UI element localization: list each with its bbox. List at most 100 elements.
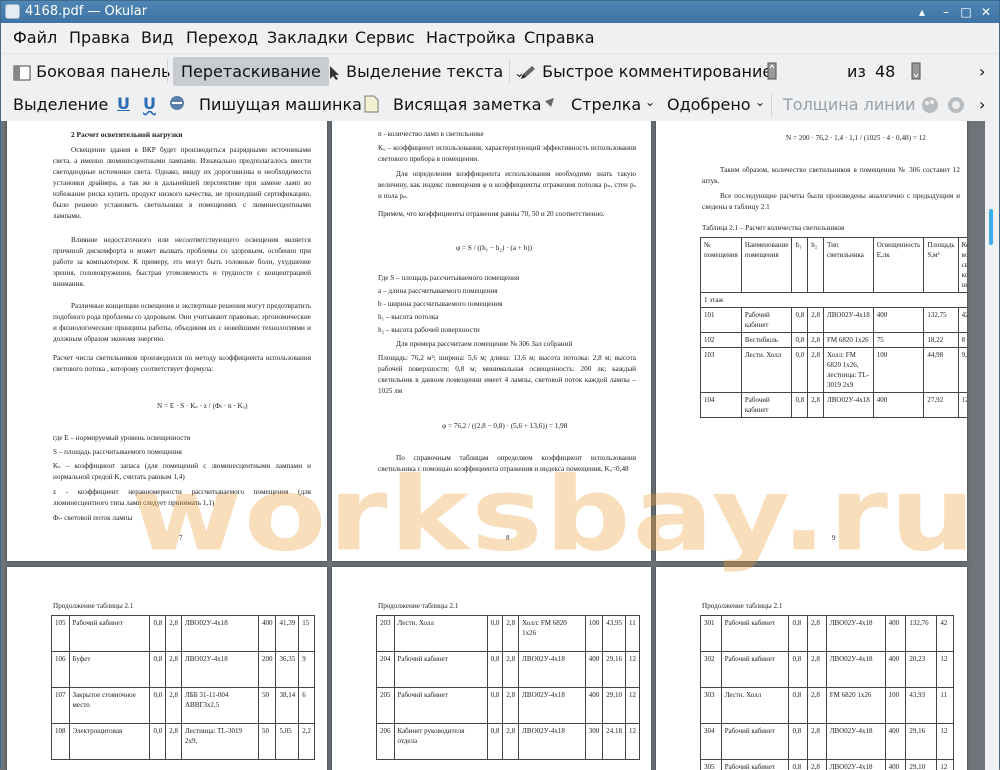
table-cell: 15	[299, 616, 315, 652]
table-cell: 132,76	[906, 616, 937, 652]
table-cell: FM 6820 1х26	[823, 333, 873, 348]
table-cell: ЛВО02У-4х18	[181, 652, 258, 688]
quick-annotation-button[interactable]: Быстрое комментирование	[519, 62, 772, 81]
page-up-icon[interactable]	[767, 62, 777, 84]
squiggle-icon[interactable]: U	[143, 94, 156, 113]
text-select-button[interactable]: Выделение текста ⌄	[329, 62, 524, 81]
page-down-icon[interactable]	[911, 62, 921, 84]
table-cell: 102	[701, 333, 742, 348]
page-10: Продолжение таблицы 2.1 105Рабочий кабин…	[7, 567, 327, 770]
menu-view[interactable]: Вид	[141, 28, 173, 47]
page8-def: h₁ – высота потолка	[378, 312, 636, 323]
stamp-dropdown-icon[interactable]: ⌄	[755, 95, 765, 109]
table-cell: Рабочий кабинет	[721, 760, 789, 770]
color-icon[interactable]	[921, 96, 939, 118]
page7-def: где E – нормируемый уровень освещенности	[53, 433, 311, 444]
page8-line: n - количество ламп в светильнике	[378, 129, 636, 140]
menu-help[interactable]: Справка	[524, 28, 595, 47]
table-cell: 12	[625, 688, 639, 724]
page7-para: Различные концепции освещения и экспертн…	[53, 301, 311, 345]
table-row: 105Рабочий кабинет0,82,8ЛВО02У-4х1840041…	[52, 616, 315, 652]
page11-caption: Продолжение таблицы 2.1	[378, 601, 458, 612]
close-button[interactable]: ✕	[977, 3, 995, 21]
sidebar-button[interactable]: Боковая панель	[13, 62, 170, 81]
page-12: Продолжение таблицы 2.1 301Рабочий кабин…	[656, 567, 967, 770]
page7-def: Φₗ- световой поток лампы	[53, 513, 311, 524]
table-cell: 107	[52, 688, 70, 724]
toolbar2-overflow-icon[interactable]: ›	[979, 95, 985, 114]
table-cell: Вестибюль	[741, 333, 792, 348]
table-cell: h₂	[808, 238, 824, 293]
page8-formula1: φ = S / ((h₁ − h₂) · (a + b))	[456, 243, 532, 254]
page8-def: a – длина рассчитываемого помещения	[378, 286, 636, 297]
arrow-dropdown-icon[interactable]: ⌄	[645, 95, 655, 109]
strikeout-icon[interactable]	[169, 95, 185, 115]
maximize-button[interactable]: □	[957, 3, 975, 21]
table-cell: 0,8	[792, 333, 808, 348]
table-cell: Лестн. Холл	[394, 616, 487, 652]
popup-note-button[interactable]: Висящая заметка	[393, 95, 541, 114]
table-cell: 0,8	[487, 688, 503, 724]
table-cell: ЛВО02У-4х18	[181, 616, 258, 652]
arrow-tool-icon[interactable]	[539, 95, 559, 117]
menu-file[interactable]: Файл	[13, 28, 57, 47]
table-cell: 304	[701, 724, 722, 760]
table-cell: 206	[377, 724, 395, 760]
table-cell: Лестн. Холл	[741, 348, 792, 393]
opacity-icon[interactable]	[947, 96, 965, 118]
menu-tools[interactable]: Сервис	[355, 28, 415, 47]
table-cell: 205	[377, 688, 395, 724]
vertical-scrollbar[interactable]	[985, 121, 999, 770]
page7-def: Kₛ – коэффициент запаса (для помещений с…	[53, 461, 311, 483]
stamp-button[interactable]: Одобрено	[667, 95, 751, 114]
table-cell: Рабочий кабинет	[69, 616, 150, 652]
table-cell: ЛВО02У-4х18	[826, 616, 885, 652]
table-cell: Рабочий кабинет	[741, 393, 792, 418]
table-cell: 2,8	[808, 308, 824, 333]
table-cell: ЛВО02У-4х18	[826, 652, 885, 688]
table-cell: 0,8	[150, 616, 166, 652]
table-cell: ЛВО02У-4х18	[519, 688, 586, 724]
minimize-button[interactable]: –	[937, 3, 955, 21]
highlight-button[interactable]: Выделение	[13, 95, 108, 114]
okular-window: 4168.pdf — Okular ▴ – □ ✕ Файл Правка Ви…	[0, 0, 1000, 769]
arrow-button[interactable]: Стрелка	[571, 95, 641, 114]
table-cell: 300	[585, 724, 603, 760]
keep-above-icon[interactable]: ▴	[913, 3, 931, 21]
table-cell: ЛВО02У-4х18	[519, 724, 586, 760]
title-bar[interactable]: 4168.pdf — Okular ▴ – □ ✕	[1, 1, 999, 23]
table-cell: 43,93	[906, 688, 937, 724]
table-cell: 2,8	[808, 393, 824, 418]
drag-mode-button[interactable]: Перетаскивание	[173, 57, 329, 86]
table-row: 204Рабочий кабинет0,82,8ЛВО02У-4х1840029…	[377, 652, 640, 688]
table-cell: 2,8	[808, 688, 827, 724]
table-cell: Холл: FM 6820 1х26	[519, 616, 586, 652]
line-width-button[interactable]: Толщина линии	[783, 95, 916, 114]
page-7: 2 Расчет осветительной нагрузки Освещени…	[7, 121, 327, 561]
window-title: 4168.pdf — Okular	[25, 4, 147, 19]
table-cell: 2,8	[808, 348, 824, 393]
page9-caption: Таблица 2.1 – Расчет количества светильн…	[702, 223, 960, 234]
table-cell: 100	[585, 616, 603, 652]
page8-example2: Площадь: 76,2 м²; ширина: 5,6 м; длина: …	[378, 353, 636, 397]
table-cell: 106	[52, 652, 70, 688]
typewriter-button[interactable]: Пишущая машинка	[199, 95, 362, 114]
document-view[interactable]: 2 Расчет осветительной нагрузки Освещени…	[1, 121, 985, 770]
table-cell: 0,8	[792, 393, 808, 418]
menu-bookmarks[interactable]: Закладки	[267, 28, 348, 47]
table-row: 101Рабочий кабинет0,82,8ЛВО02У-4х1840013…	[701, 308, 968, 333]
table-cell: 0,8	[789, 652, 808, 688]
table-cell: Лестн. Холл	[721, 688, 789, 724]
table-cell: 400	[258, 616, 276, 652]
menu-settings[interactable]: Настройка	[426, 28, 516, 47]
table-cell: 100	[885, 688, 906, 724]
table-cell: 20,23	[906, 652, 937, 688]
underline-icon[interactable]: U	[117, 94, 130, 113]
note-icon[interactable]	[363, 95, 379, 117]
table-cell: 2,8	[808, 616, 827, 652]
menu-go[interactable]: Переход	[186, 28, 258, 47]
scrollbar-thumb[interactable]	[989, 209, 993, 245]
toolbar-overflow-icon[interactable]: ›	[979, 62, 985, 81]
table-cell: 75	[873, 333, 924, 348]
menu-edit[interactable]: Правка	[69, 28, 130, 47]
